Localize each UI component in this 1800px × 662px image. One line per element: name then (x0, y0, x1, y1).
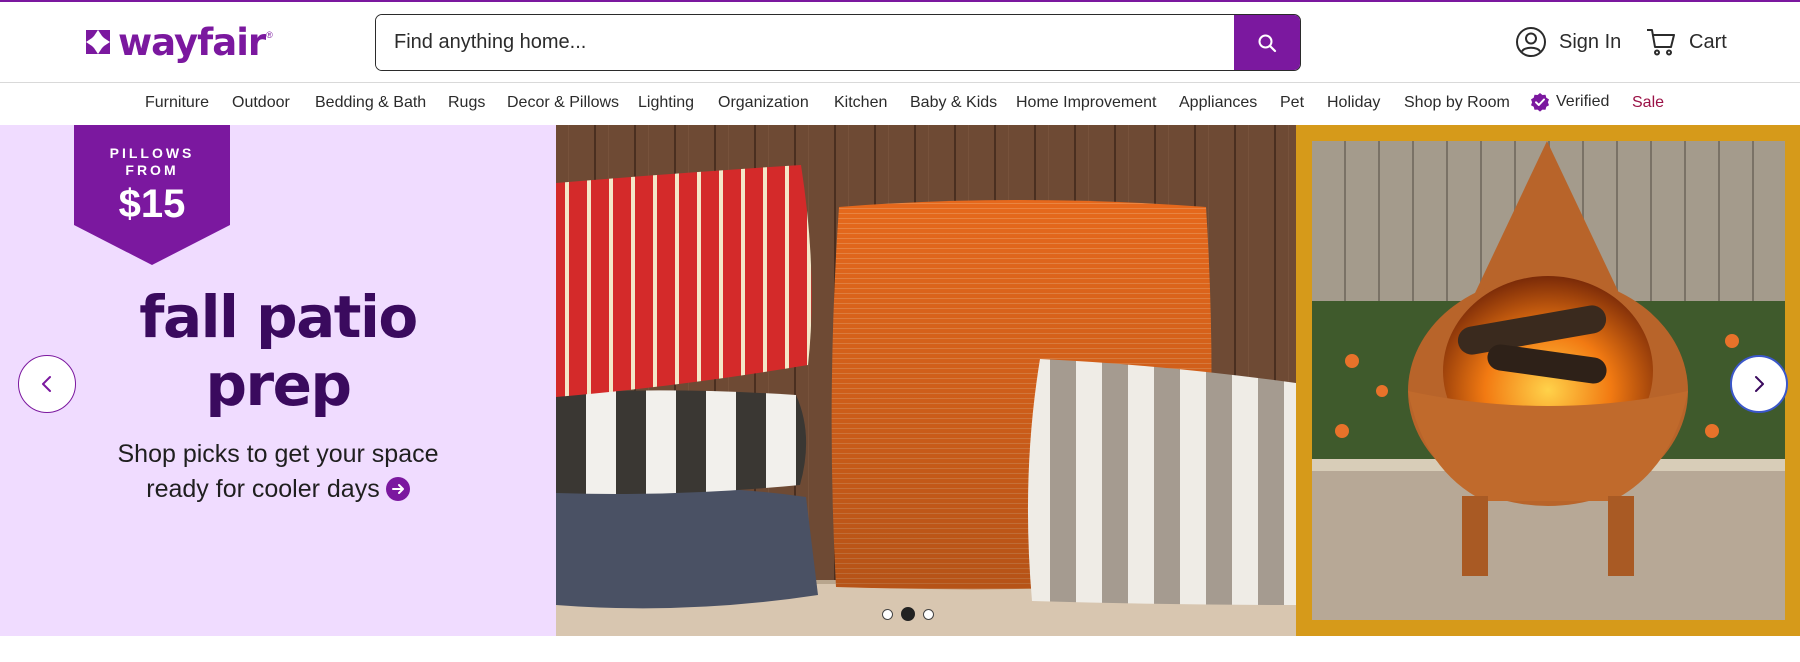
cart-link[interactable]: Cart (1645, 26, 1727, 58)
logo-trademark: ® (266, 30, 273, 40)
nav-item-decor-pillows[interactable]: Decor & Pillows (507, 94, 619, 112)
promo-subtext: Shop picks to get your space ready for c… (0, 437, 556, 507)
category-nav: Furniture Outdoor Bedding & Bath Rugs De… (0, 83, 1800, 125)
nav-item-verified[interactable]: Verified (1530, 92, 1609, 112)
search-button[interactable] (1234, 15, 1300, 70)
chiminea-fire-pit-illustration (1312, 141, 1785, 620)
site-header: wayfair ® Sign In Cart (0, 2, 1800, 82)
search-input[interactable] (376, 15, 1234, 70)
user-icon (1516, 27, 1546, 57)
cart-icon (1647, 29, 1675, 56)
nav-item-organization[interactable]: Organization (718, 94, 809, 112)
nav-item-baby-kids[interactable]: Baby & Kids (910, 94, 997, 112)
wayfair-logo[interactable]: wayfair ® (82, 20, 273, 64)
logo-text: wayfair (118, 20, 266, 64)
verified-badge-icon (1531, 93, 1549, 112)
carousel-dot-3[interactable] (923, 608, 934, 620)
chevron-right-icon (1755, 376, 1764, 392)
carousel-dots (878, 607, 938, 621)
subtext-line-1: Shop picks to get your space (117, 440, 439, 468)
carousel-dot-1[interactable] (882, 608, 893, 620)
badge-price: $15 (118, 182, 186, 226)
cart-label: Cart (1689, 30, 1727, 53)
outdoor-pillows-illustration (556, 125, 1296, 636)
nav-item-furniture[interactable]: Furniture (145, 94, 209, 112)
badge-line-1: PILLOWS (109, 145, 195, 161)
hero-carousel: PILLOWS FROM $15 fall patio prep Shop pi… (0, 125, 1800, 636)
fire-pit-image (1312, 141, 1785, 620)
nav-item-rugs[interactable]: Rugs (448, 94, 485, 112)
headline-line-2: prep (205, 351, 352, 419)
promo-headline: fall patio prep (0, 283, 556, 419)
nav-item-bedding-bath[interactable]: Bedding & Bath (315, 94, 426, 112)
nav-item-holiday[interactable]: Holiday (1327, 94, 1380, 112)
nav-item-home-improvement[interactable]: Home Improvement (1016, 94, 1157, 112)
arrow-right-icon (391, 484, 404, 494)
subtext-line-2: ready for cooler days (0, 472, 556, 507)
badge-line-2: FROM (125, 162, 179, 178)
carousel-prev-button[interactable] (18, 355, 76, 413)
promo-arrow-button[interactable] (385, 477, 410, 501)
sign-in-label: Sign In (1559, 30, 1622, 53)
nav-item-outdoor[interactable]: Outdoor (232, 94, 290, 112)
chevron-left-icon (42, 376, 51, 392)
carousel-dot-2[interactable] (901, 607, 915, 621)
subtext-line-2-text: ready for cooler days (146, 475, 380, 503)
verified-label: Verified (1556, 93, 1610, 110)
nav-item-pet[interactable]: Pet (1280, 94, 1304, 112)
nav-item-kitchen[interactable]: Kitchen (834, 94, 887, 112)
search-bar (375, 14, 1301, 71)
price-badge: PILLOWS FROM $15 (74, 145, 230, 227)
search-icon (1258, 34, 1277, 52)
nav-item-shop-by-room[interactable]: Shop by Room (1404, 94, 1510, 112)
logo-mark-icon (86, 30, 110, 54)
sign-in-link[interactable]: Sign In (1515, 26, 1621, 58)
pillows-image[interactable] (556, 125, 1296, 636)
fire-pit-promo[interactable] (1296, 125, 1800, 636)
promo-panel[interactable]: PILLOWS FROM $15 fall patio prep Shop pi… (0, 125, 556, 636)
carousel-next-button[interactable] (1730, 355, 1788, 413)
headline-line-1: fall patio (139, 283, 418, 351)
nav-item-sale[interactable]: Sale (1632, 94, 1664, 112)
nav-item-appliances[interactable]: Appliances (1179, 94, 1257, 112)
nav-item-lighting[interactable]: Lighting (638, 94, 694, 112)
